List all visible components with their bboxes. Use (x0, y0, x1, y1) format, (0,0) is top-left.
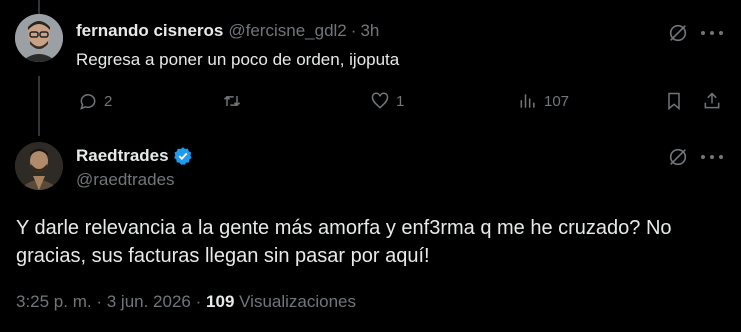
tweet-time[interactable]: 3:25 p. m. (16, 292, 92, 311)
thread-line (38, 76, 40, 136)
share-icon (704, 92, 720, 109)
bookmark-icon (668, 92, 680, 111)
separator-dot: · (195, 292, 202, 311)
reply-button[interactable]: 2 (78, 89, 112, 113)
views-button[interactable]: 107 (518, 89, 569, 113)
reply-author-handle[interactable]: @fercisne_gdl2 (228, 21, 346, 41)
reply-time[interactable]: 3h (360, 21, 379, 41)
heart-icon (371, 92, 389, 109)
main-author-handle[interactable]: @raedtrades (76, 170, 175, 190)
grok-icon[interactable] (667, 22, 689, 44)
like-button[interactable]: 1 (370, 89, 404, 113)
analytics-icon (520, 94, 535, 108)
reply-icon (80, 94, 96, 110)
bookmark-button[interactable] (664, 89, 684, 113)
reply-author-name[interactable]: fernando cisneros (76, 21, 223, 41)
reply-avatar[interactable] (15, 14, 63, 62)
reply-text: Regresa a poner un poco de orden, ijoput… (76, 50, 400, 69)
main-author-row: Raedtrades (76, 146, 193, 166)
main-avatar[interactable] (15, 142, 63, 190)
main-tweet-text: Y darle relevancia a la gente más amorfa… (16, 217, 672, 267)
verified-badge-icon[interactable] (173, 146, 193, 166)
tweet-date[interactable]: 3 jun. 2026 (107, 292, 191, 311)
views-label: Visualizaciones (239, 292, 357, 311)
thread-line-top (38, 0, 40, 14)
reply-header: fernando cisneros @fercisne_gdl2 · 3h (76, 21, 379, 41)
like-count: 1 (396, 92, 405, 110)
tweet-meta: 3:25 p. m. · 3 jun. 2026 · 109 Visualiza… (16, 292, 356, 312)
separator-dot: · (350, 21, 357, 40)
grok-icon-main[interactable] (667, 146, 689, 168)
main-views-count: 109 (206, 292, 235, 311)
separator-dot: · (96, 292, 103, 311)
more-options-icon-main[interactable] (701, 146, 723, 168)
more-options-icon[interactable] (701, 22, 723, 44)
main-author-name[interactable]: Raedtrades (76, 146, 169, 166)
reply-count: 2 (104, 92, 113, 110)
repost-icon (223, 95, 241, 107)
repost-button[interactable] (222, 89, 242, 113)
share-button[interactable] (702, 89, 722, 113)
views-count: 107 (544, 92, 570, 110)
